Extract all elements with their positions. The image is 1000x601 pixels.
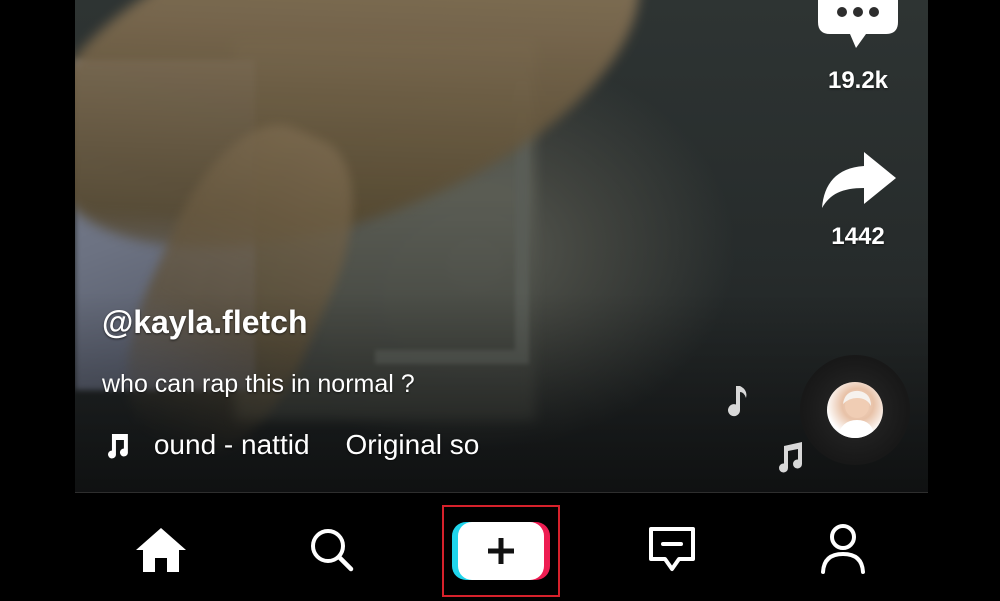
right-letterbox	[928, 0, 1000, 600]
share-count: 1442	[831, 223, 885, 250]
sound-disc[interactable]	[800, 355, 910, 465]
nav-inbox[interactable]	[640, 521, 704, 577]
create-pill-face	[458, 522, 544, 580]
video-username[interactable]: @kayla.fletch	[102, 304, 308, 341]
share-button[interactable]: 1442	[808, 148, 908, 251]
sound-title-repeat: Original so	[345, 429, 480, 460]
music-note-icon	[108, 434, 128, 459]
comment-count: 19.2k	[827, 67, 889, 94]
nav-home[interactable]	[129, 521, 193, 577]
nav-discover[interactable]	[299, 521, 363, 577]
nav-profile[interactable]	[811, 521, 875, 577]
sound-marquee: ound - nattid Original so	[154, 429, 542, 461]
create-pill	[452, 522, 550, 580]
profile-icon	[821, 524, 865, 574]
video-caption: who can rap this in normal ?	[102, 370, 415, 398]
bottom-nav-bar	[75, 492, 928, 601]
left-letterbox	[0, 0, 75, 600]
share-arrow-icon	[822, 152, 896, 208]
sound-title-part: ound - nattid	[153, 429, 310, 460]
comment-button[interactable]: 19.2k	[808, 0, 908, 95]
inbox-icon	[649, 527, 695, 571]
plus-icon	[488, 538, 514, 564]
nav-create-button[interactable]	[442, 505, 560, 597]
floating-note-icon	[728, 386, 747, 417]
comment-bubble-icon	[818, 0, 898, 48]
sound-disc-avatar	[827, 382, 883, 438]
avatar-face-icon	[837, 390, 875, 438]
sound-info[interactable]: ound - nattid Original so	[102, 425, 542, 465]
home-icon	[136, 528, 186, 572]
search-icon	[311, 529, 354, 572]
floating-note-icon	[779, 442, 802, 473]
